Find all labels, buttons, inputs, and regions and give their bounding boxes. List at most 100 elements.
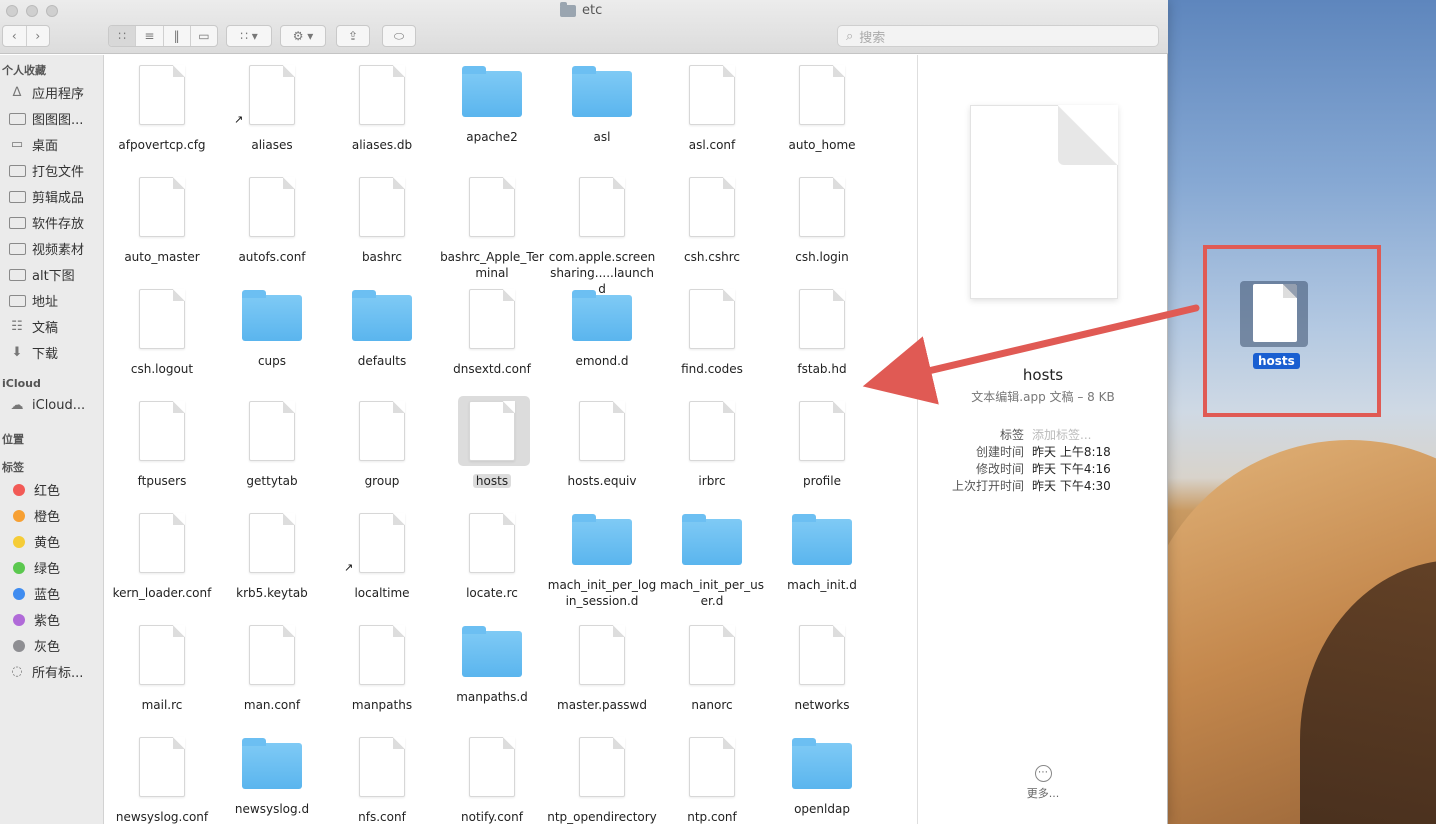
minimize-button[interactable] — [26, 5, 38, 17]
file-label: mail.rc — [107, 697, 217, 713]
file-item[interactable]: fstab.hd — [767, 289, 877, 377]
chevron-right-icon[interactable]: › — [27, 26, 50, 46]
folder-item[interactable]: apache2 — [437, 65, 547, 145]
file-item[interactable]: bashrc_Apple_Terminal — [437, 177, 547, 281]
file-label: aliases — [217, 137, 327, 153]
zoom-button[interactable] — [46, 5, 58, 17]
add-tags-field[interactable]: 添加标签... — [1032, 426, 1091, 443]
file-item[interactable]: ↗ localtime — [327, 513, 437, 601]
sidebar-item[interactable]: 打包文件 — [8, 161, 102, 180]
file-item[interactable]: nfs.conf — [327, 737, 437, 824]
file-item[interactable]: mail.rc — [107, 625, 217, 713]
file-item[interactable]: ↗ aliases — [217, 65, 327, 153]
folder-item[interactable]: asl — [547, 65, 657, 145]
file-name-label: mail.rc — [141, 698, 183, 712]
sidebar-item[interactable]: 地址 — [8, 291, 102, 310]
folder-item[interactable]: openldap — [767, 737, 877, 817]
file-item[interactable]: master.passwd — [547, 625, 657, 713]
file-item[interactable]: afpovertcp.cfg — [107, 65, 217, 153]
close-button[interactable] — [6, 5, 18, 17]
sidebar-item[interactable]: ⬇ 下载 — [8, 343, 102, 362]
sidebar-item-label: 地址 — [32, 295, 59, 310]
sidebar-item-icloud[interactable]: ☁ iCloud... — [8, 398, 102, 413]
sidebar-item-tag[interactable]: 红色 — [8, 480, 102, 499]
file-item[interactable]: autofs.conf — [217, 177, 327, 265]
file-item[interactable]: krb5.keytab — [217, 513, 327, 601]
sidebar-item-all-tags[interactable]: ◌ 所有标... — [8, 662, 102, 681]
file-item[interactable]: notify.conf — [437, 737, 547, 824]
sidebar-item[interactable]: 视频素材 — [8, 239, 102, 258]
sidebar-item[interactable]: ☷ 文稿 — [8, 317, 102, 336]
file-item[interactable]: locate.rc — [437, 513, 547, 601]
tags-key: 标签 — [999, 428, 1024, 442]
folder-item[interactable]: defaults — [327, 289, 437, 369]
sidebar-item-tag[interactable]: 蓝色 — [8, 584, 102, 603]
finder-window: etc ‹ › ∷ ≡ ‖ ▭ ∷ ▾ ⚙ ▾ ⇪ ⬭ ⌕ 搜索 个人收藏 iC… — [0, 0, 1168, 824]
file-item[interactable]: group — [327, 401, 437, 489]
file-item[interactable]: nanorc — [657, 625, 767, 713]
column-view-icon[interactable]: ‖ — [164, 26, 191, 46]
file-name-label: manpaths.d — [456, 690, 528, 704]
file-item[interactable]: hosts.equiv — [547, 401, 657, 489]
file-item[interactable]: gettytab — [217, 401, 327, 489]
sidebar-item-tag[interactable]: 橙色 — [8, 506, 102, 525]
file-item[interactable]: bashrc — [327, 177, 437, 265]
file-item[interactable]: csh.logout — [107, 289, 217, 377]
document-icon — [139, 289, 185, 349]
file-item[interactable]: auto_home — [767, 65, 877, 153]
sidebar-item-tag[interactable]: 绿色 — [8, 558, 102, 577]
file-item[interactable]: aliases.db — [327, 65, 437, 153]
file-item[interactable]: man.conf — [217, 625, 327, 713]
file-label: auto_master — [107, 249, 217, 265]
file-item[interactable]: profile — [767, 401, 877, 489]
group-button[interactable]: ∷ ▾ — [226, 25, 272, 47]
sidebar-item-tag[interactable]: 灰色 — [8, 636, 102, 655]
folder-item[interactable]: mach_init.d — [767, 513, 877, 593]
sidebar-item-tag[interactable]: 黄色 — [8, 532, 102, 551]
folder-item[interactable]: mach_init_per_login_session.d — [547, 513, 657, 609]
file-item[interactable]: networks — [767, 625, 877, 713]
icon-view-icon[interactable]: ∷ — [109, 26, 137, 46]
file-item[interactable]: dnsextd.conf — [437, 289, 547, 377]
file-item[interactable]: csh.cshrc — [657, 177, 767, 265]
folder-item[interactable]: newsyslog.d — [217, 737, 327, 817]
document-icon — [139, 65, 185, 125]
file-item[interactable]: newsyslog.conf — [107, 737, 217, 824]
more-button[interactable]: ⋯ 更多... — [1018, 765, 1068, 801]
file-item[interactable]: com.apple.screensharing.....launchd — [547, 177, 657, 297]
sidebar-item[interactable]: ∆ 应用程序 — [8, 83, 102, 102]
file-item[interactable]: find.codes — [657, 289, 767, 377]
file-item[interactable]: auto_master — [107, 177, 217, 265]
file-name-label: emond.d — [575, 354, 629, 368]
folder-icon — [572, 66, 632, 117]
folder-item[interactable]: emond.d — [547, 289, 657, 369]
desktop-file-icon[interactable] — [1240, 281, 1308, 347]
share-button[interactable]: ⇪ — [336, 25, 370, 47]
tag-button[interactable]: ⬭ — [382, 25, 416, 47]
file-item[interactable]: hosts — [437, 401, 547, 489]
gallery-view-icon[interactable]: ▭ — [191, 26, 217, 46]
action-button[interactable]: ⚙ ▾ — [280, 25, 326, 47]
sidebar-item-tag[interactable]: 紫色 — [8, 610, 102, 629]
file-item[interactable]: manpaths — [327, 625, 437, 713]
file-item[interactable]: irbrc — [657, 401, 767, 489]
desktop-file-label[interactable]: hosts — [1253, 353, 1300, 369]
chevron-left-icon[interactable]: ‹ — [3, 26, 27, 46]
folder-item[interactable]: manpaths.d — [437, 625, 547, 705]
search-field[interactable]: ⌕ 搜索 — [837, 25, 1159, 47]
document-icon — [579, 401, 625, 461]
sidebar-item[interactable]: alt下图 — [8, 265, 102, 284]
file-item[interactable]: ftpusers — [107, 401, 217, 489]
sidebar-item[interactable]: 软件存放 — [8, 213, 102, 232]
file-item[interactable]: kern_loader.conf — [107, 513, 217, 601]
sidebar-item[interactable]: 图图图... — [8, 109, 102, 128]
file-item[interactable]: asl.conf — [657, 65, 767, 153]
file-item[interactable]: ntp_opendirectory — [547, 737, 657, 824]
file-item[interactable]: ntp.conf — [657, 737, 767, 824]
file-item[interactable]: csh.login — [767, 177, 877, 265]
sidebar-item[interactable]: 剪辑成品 — [8, 187, 102, 206]
folder-item[interactable]: mach_init_per_user.d — [657, 513, 767, 609]
folder-item[interactable]: cups — [217, 289, 327, 369]
list-view-icon[interactable]: ≡ — [136, 26, 164, 46]
sidebar-item[interactable]: ▭ 桌面 — [8, 135, 102, 154]
